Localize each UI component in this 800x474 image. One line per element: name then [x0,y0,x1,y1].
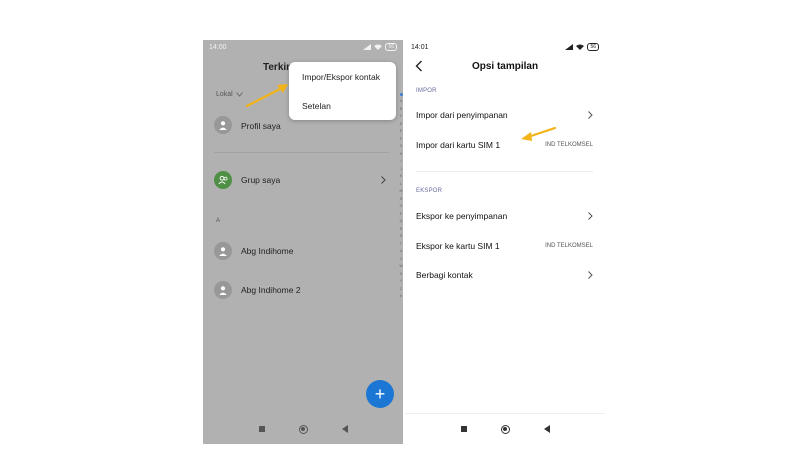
battery-icon: 56 [385,43,397,51]
index-letter[interactable]: V [400,256,402,264]
add-contact-button[interactable]: + [366,380,394,408]
chevron-right-icon [588,212,593,220]
index-letter[interactable]: # [400,293,402,301]
overflow-menu: Impor/Ekspor kontak Setelan [289,62,396,120]
battery-icon: 56 [587,43,599,51]
person-icon [219,247,227,256]
index-dot [399,93,403,96]
contact-item[interactable]: Abg Indihome 2 [241,285,301,295]
row-label: Impor dari kartu SIM 1 [416,140,501,150]
nav-bar [203,414,403,444]
profile-row[interactable]: Profil saya [241,121,281,131]
home-button[interactable] [298,424,308,434]
index-letter[interactable]: H [400,151,403,159]
filter-label: Lokal [216,91,233,98]
divider [416,171,593,172]
wifi-icon [374,44,383,50]
status-time: 14:01 [411,43,429,51]
chevron-right-icon [588,111,593,119]
index-letter[interactable]: A [400,98,402,106]
export-to-storage-row[interactable]: Ekspor ke penyimpanan [416,209,593,223]
row-label: Ekspor ke kartu SIM 1 [416,241,500,251]
index-letter[interactable]: E [400,128,402,136]
status-bar: 14:00 56 [203,40,403,54]
contact-item[interactable]: Abg Indihome [241,246,293,256]
section-header-export: EKSPOR [416,188,443,194]
signal-icon [565,44,574,50]
index-letter[interactable]: M [400,188,403,196]
person-icon [219,286,227,295]
index-letter[interactable]: G [400,143,403,151]
row-label: Berbagi kontak [416,270,473,280]
index-letter[interactable]: J [400,166,402,174]
index-letter[interactable]: D [400,121,403,129]
annotation-arrow-icon [245,84,288,108]
section-header-a: A [216,218,221,224]
status-time: 14:00 [209,43,227,51]
display-options-screen: 14:01 56 Opsi tampilan IMPOR Impor dari … [405,40,605,444]
index-letter[interactable]: X [400,271,402,279]
group-icon [217,175,227,185]
contacts-screen: 14:00 56 Terkini Lokal Profil saya Grup … [203,40,403,444]
section-header-import: IMPOR [416,88,437,94]
menu-item-settings[interactable]: Setelan [302,101,331,111]
back-button[interactable] [341,425,348,433]
alphabet-index-bar[interactable]: A B C D E F G H I J K L M N O P Q R S T U V W X Y Z # [399,91,403,301]
index-letter[interactable]: T [400,241,402,249]
menu-item-import-export[interactable]: Impor/Ekspor kontak [302,72,380,82]
chevron-right-icon [588,271,593,279]
index-letter[interactable]: L [400,181,402,189]
divider [214,152,389,153]
export-to-sim-row[interactable]: Ekspor ke kartu SIM 1 IND TELKOMSEL [416,239,593,253]
wifi-icon [576,44,585,50]
profile-avatar[interactable] [214,116,232,134]
recent-apps-button[interactable] [460,426,467,432]
index-letter[interactable]: R [400,226,403,234]
group-row[interactable]: Grup saya [241,175,280,185]
index-letter[interactable]: K [400,173,402,181]
plus-icon: + [374,384,386,404]
person-icon [219,121,227,130]
row-label: Ekspor ke penyimpanan [416,211,508,221]
contact-avatar[interactable] [214,242,232,260]
index-letter[interactable]: C [400,113,403,121]
index-letter[interactable]: B [400,106,402,114]
index-letter[interactable]: U [400,248,403,256]
contact-avatar[interactable] [214,281,232,299]
index-letter[interactable]: Q [400,218,403,226]
row-label: Impor dari penyimpanan [416,110,508,120]
recent-apps-button[interactable] [258,426,265,432]
back-button[interactable] [543,425,550,433]
import-from-sim-row[interactable]: Impor dari kartu SIM 1 IND TELKOMSEL [416,138,593,152]
annotation-arrow-icon [521,126,557,141]
index-letter[interactable]: N [400,196,403,204]
index-letter[interactable]: S [400,233,402,241]
index-letter[interactable]: O [400,203,403,211]
share-contacts-row[interactable]: Berbagi kontak [416,268,593,282]
index-letter[interactable]: P [400,211,402,219]
home-button[interactable] [500,424,510,434]
page-title: Opsi tampilan [471,61,539,72]
index-letter[interactable]: I [401,158,402,166]
index-letter[interactable]: Y [400,278,402,286]
nav-bar [405,413,605,444]
chevron-right-icon [381,176,386,184]
filter-dropdown[interactable]: Lokal [216,91,243,98]
group-avatar[interactable] [214,171,232,189]
index-letter[interactable]: Z [400,286,402,294]
index-letter[interactable]: F [400,136,402,144]
signal-icon [363,44,372,50]
index-letter[interactable]: W [399,263,402,271]
chevron-down-icon [235,92,243,97]
import-from-storage-row[interactable]: Impor dari penyimpanan [416,108,593,122]
row-value: IND TELKOMSEL [545,243,593,249]
status-bar: 14:01 56 [405,40,605,54]
